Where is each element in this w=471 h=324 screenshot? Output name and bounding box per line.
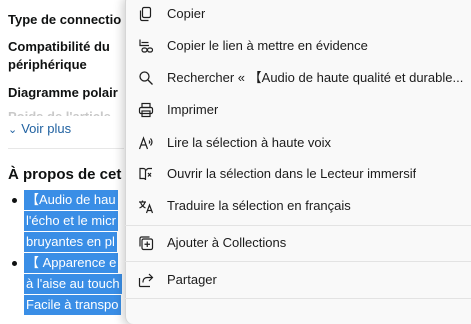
menu-item-share[interactable]: Partager (125, 265, 471, 295)
spec-connection-type-label: Type de connectio (8, 12, 122, 27)
selected-text-line[interactable]: Facile à transpo (24, 295, 121, 315)
menu-item-label: Traduire la sélection en français (167, 198, 351, 213)
copy-icon (138, 6, 154, 22)
see-more-label: Voir plus (21, 121, 72, 136)
menu-separator (125, 225, 471, 226)
spec-compatibility-label-line2: périphérique (8, 57, 87, 72)
spec-weight-label: Poids de l'article (8, 108, 111, 116)
menu-item-print[interactable]: Imprimer (125, 95, 471, 125)
menu-item-partial[interactable] (125, 302, 471, 312)
search-icon (138, 70, 154, 86)
menu-item-label: Lire la sélection à haute voix (167, 135, 332, 150)
translate-icon (138, 198, 154, 214)
selected-text-line[interactable]: l'écho et le micr (24, 211, 118, 231)
selected-text-line[interactable]: 【 Apparence e (24, 253, 119, 273)
menu-item-label: Copier le lien à mettre en évidence (167, 38, 368, 53)
menu-item-label: Imprimer (167, 102, 219, 117)
menu-item-immersive-reader[interactable]: Ouvrir la sélection dans le Lecteur imme… (125, 159, 471, 189)
menu-item-label: Partager (167, 272, 217, 287)
menu-item-label: Copier (167, 6, 206, 21)
spec-compatibility-label: Compatibilité du (8, 39, 110, 54)
share-icon (138, 272, 154, 288)
section-divider (8, 148, 124, 149)
menu-item-copy[interactable]: Copier (125, 0, 471, 29)
link-highlight-icon (138, 38, 154, 54)
see-more-link[interactable]: ⌄ Voir plus (8, 121, 71, 136)
menu-separator (125, 298, 471, 299)
menu-item-read-aloud[interactable]: Lire la sélection à haute voix (125, 128, 471, 158)
menu-item-label: Ajouter à Collections (167, 235, 287, 250)
bullet-dot (12, 261, 17, 266)
about-heading: À propos de cet (8, 166, 122, 183)
selected-text-line[interactable]: 【Audio de hau (24, 190, 118, 210)
menu-item-copy-link-highlight[interactable]: Copier le lien à mettre en évidence (125, 31, 471, 61)
selected-text-line[interactable]: bruyantes en pl (24, 232, 117, 252)
read-aloud-icon (138, 135, 154, 151)
collections-icon (138, 235, 154, 251)
menu-item-label: Rechercher « 【Audio de haute qualité et … (167, 70, 464, 85)
bullet-dot (12, 198, 17, 203)
selected-text-line[interactable]: à l'aise au touch (24, 274, 122, 294)
menu-separator (125, 261, 471, 262)
immersive-reader-icon (138, 166, 154, 182)
spec-polar-pattern-label: Diagramme polair (8, 85, 118, 100)
chevron-down-icon: ⌄ (8, 124, 18, 136)
menu-item-search[interactable]: Rechercher « 【Audio de haute qualité et … (125, 63, 471, 93)
menu-item-add-to-collections[interactable]: Ajouter à Collections (125, 228, 471, 258)
menu-item-translate[interactable]: Traduire la sélection en français (125, 191, 471, 221)
print-icon (138, 102, 154, 118)
menu-item-label: Ouvrir la sélection dans le Lecteur imme… (167, 166, 417, 181)
